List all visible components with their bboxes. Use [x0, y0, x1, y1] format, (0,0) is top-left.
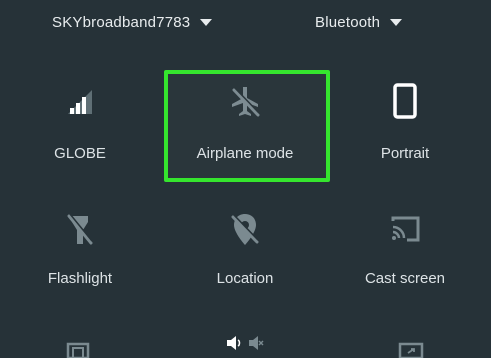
wifi-network-label: SKYbroadband7783	[52, 14, 191, 31]
sound-tile[interactable]	[226, 336, 264, 350]
chevron-down-icon	[200, 19, 213, 26]
tile-label: Location	[216, 270, 274, 287]
tile-label: Flashlight	[47, 270, 113, 287]
cast-icon	[391, 216, 420, 242]
wifi-network-dropdown[interactable]: SKYbroadband7783	[52, 14, 213, 31]
flashlight-off-icon	[67, 213, 93, 245]
mute-icon	[249, 336, 264, 350]
screen-share-icon[interactable]	[398, 338, 424, 358]
volume-icon	[227, 336, 241, 350]
bluetooth-dropdown[interactable]: Bluetooth	[315, 14, 403, 31]
airplane-icon	[232, 87, 260, 117]
tile-flashlight[interactable]: Flashlight	[5, 210, 155, 320]
bluetooth-label: Bluetooth	[315, 14, 381, 31]
tile-auto-rotate[interactable]: Portrait	[330, 82, 480, 192]
tile-label: Airplane mode	[196, 145, 294, 162]
signal-bars-icon	[68, 90, 92, 114]
tile-airplane-mode[interactable]: Airplane mode	[170, 82, 320, 192]
tile-label: Portrait	[380, 145, 430, 162]
tile-label: Cast screen	[364, 270, 446, 287]
chevron-down-icon	[390, 19, 403, 26]
quick-settings-header: SKYbroadband7783 Bluetooth	[0, 0, 491, 48]
location-off-icon	[231, 214, 259, 245]
data-saver-icon[interactable]	[66, 338, 92, 358]
tile-location[interactable]: Location	[170, 210, 320, 320]
phone-portrait-icon	[393, 83, 417, 119]
tile-row-3	[0, 330, 491, 358]
tile-cast-screen[interactable]: Cast screen	[330, 210, 480, 320]
tile-mobile-data[interactable]: GLOBE	[5, 82, 155, 192]
tile-label: GLOBE	[54, 145, 106, 162]
quick-settings-panel: SKYbroadband7783 Bluetooth GLOBE Airplan…	[0, 0, 491, 358]
